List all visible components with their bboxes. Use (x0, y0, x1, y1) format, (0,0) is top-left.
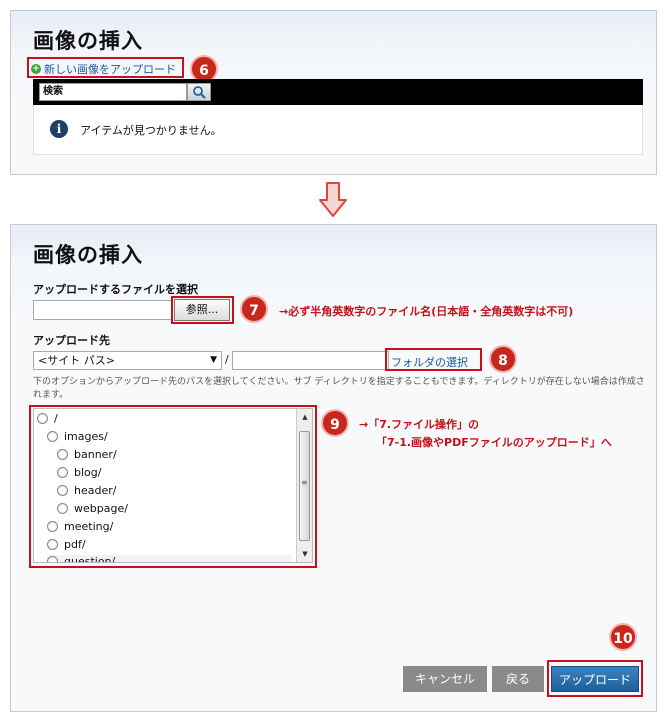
insert-image-panel-after: 画像の挿入 アップロードするファイルを選択 参照... 7 →必ず半角英数字のフ… (10, 224, 657, 712)
insert-image-panel-before: 画像の挿入 + 新しい画像をアップロード 6 検索 i アイテムが見つかりません… (10, 10, 657, 175)
step-badge-8: 8 (489, 345, 517, 373)
search-input[interactable]: 検索 (39, 83, 187, 101)
step-badge-10: 10 (609, 623, 637, 651)
step-badge-9: 9 (321, 409, 349, 437)
highlight-box-7 (171, 296, 234, 324)
folder-path-input[interactable] (232, 351, 389, 370)
chevron-down-icon: ▼ (210, 355, 217, 365)
step-badge-7: 7 (240, 295, 268, 323)
highlight-box-8 (385, 348, 482, 371)
empty-result-area: i アイテムが見つかりません。 (33, 105, 643, 155)
search-bar: 検索 (33, 79, 643, 105)
help-text: 下のオプションからアップロード先のパスを選択してください。サブ ディレクトリを指… (33, 377, 645, 400)
panel-title: 画像の挿入 (33, 29, 143, 53)
cancel-button[interactable]: キャンセル (403, 666, 487, 692)
panel-title: 画像の挿入 (33, 243, 143, 267)
back-button[interactable]: 戻る (492, 666, 544, 692)
empty-message: アイテムが見つかりません。 (80, 124, 222, 137)
search-button[interactable] (187, 83, 211, 101)
highlight-box-9 (29, 405, 317, 568)
down-arrow-icon (319, 182, 347, 217)
select-file-label: アップロードするファイルを選択 (33, 283, 198, 296)
highlight-box-6 (27, 57, 184, 78)
site-path-select[interactable]: <サイト パス> ▼ (33, 351, 222, 370)
info-icon: i (50, 120, 68, 138)
tree-note-line1: →「7.ファイル操作」の (359, 418, 480, 431)
destination-label: アップロード先 (33, 334, 110, 347)
search-icon (193, 86, 206, 99)
tree-note-line2: 「7-1.画像やPDFファイルのアップロード」へ (376, 436, 612, 449)
site-path-value: <サイト パス> (38, 354, 115, 367)
highlight-box-10 (547, 660, 643, 697)
filename-note: →必ず半角英数字のファイル名(日本語・全角英数字は不可) (279, 305, 574, 318)
file-path-input[interactable] (33, 300, 173, 320)
path-separator: / (225, 353, 229, 366)
